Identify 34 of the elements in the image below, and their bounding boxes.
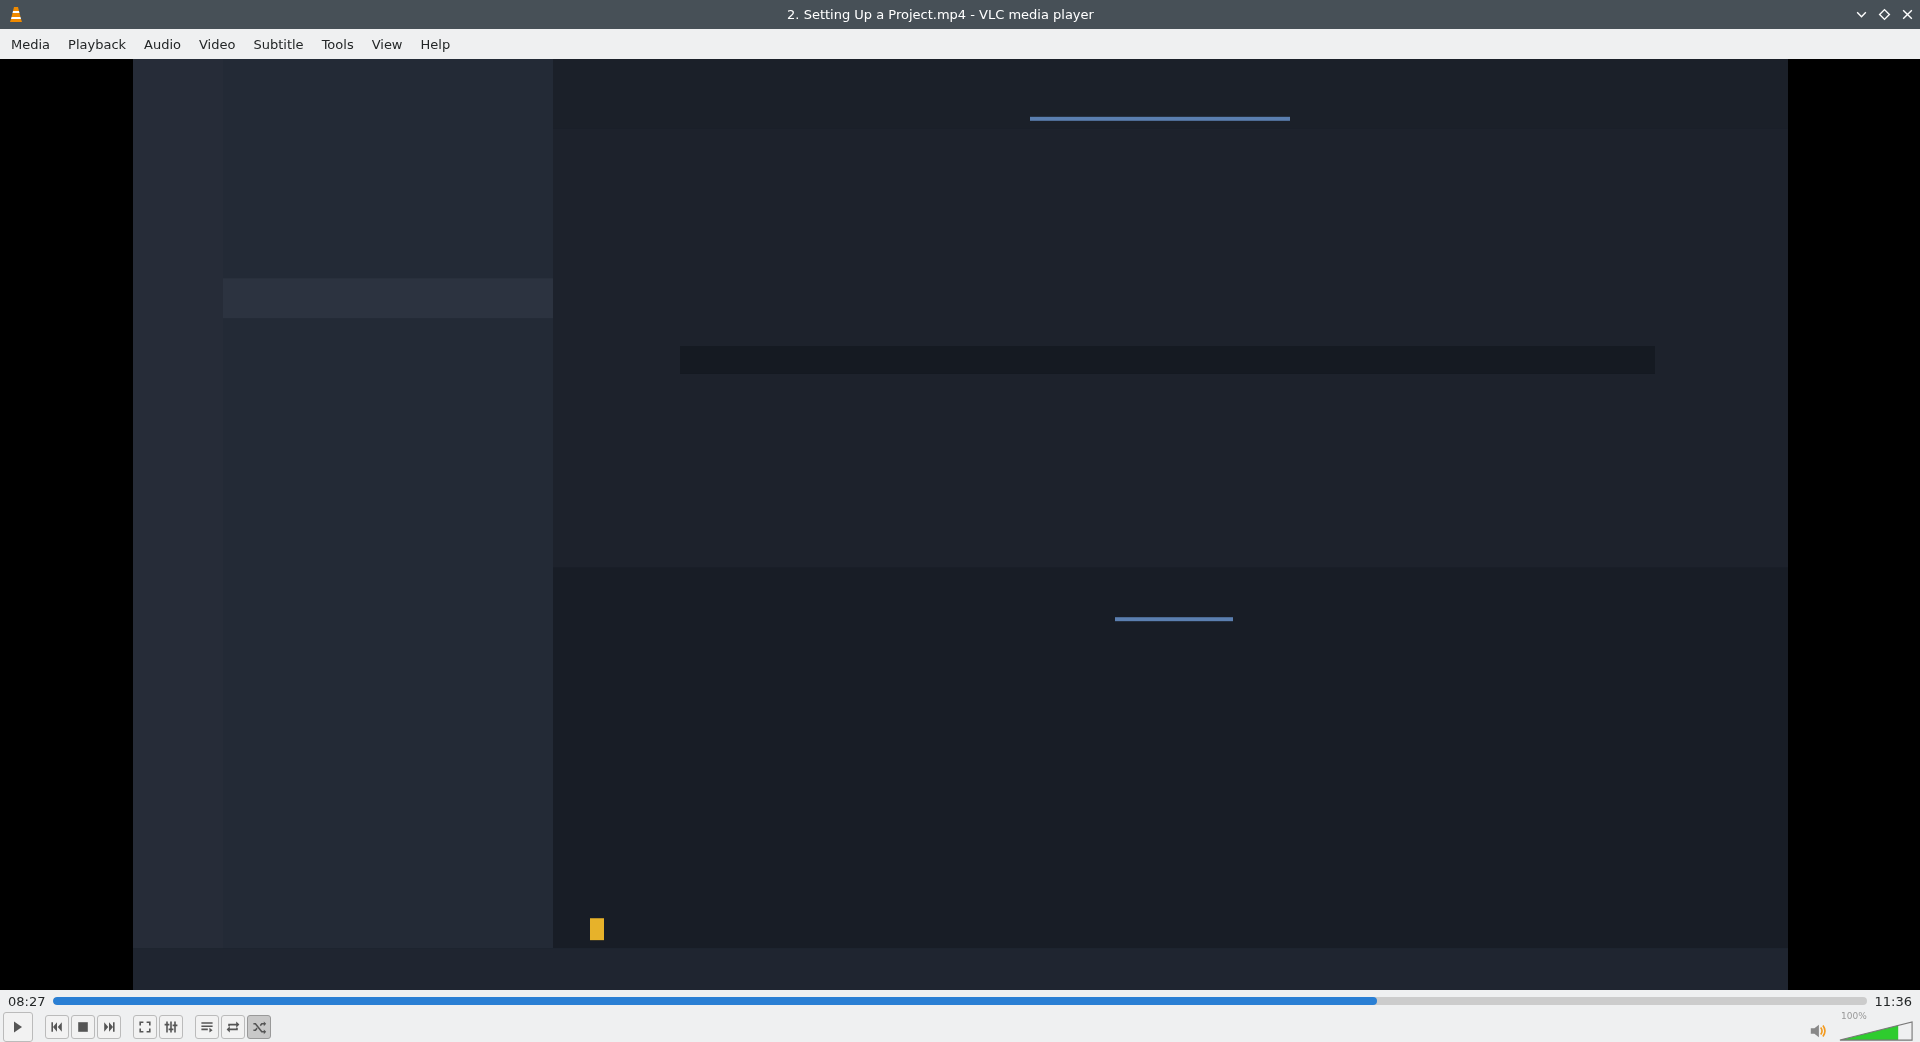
elapsed-time: 08:27 bbox=[8, 993, 46, 1009]
skip-forward-icon bbox=[101, 1019, 117, 1035]
menu-item[interactable]: Help bbox=[411, 36, 460, 52]
menu-item[interactable]: Video bbox=[190, 36, 245, 52]
shuffle-icon bbox=[251, 1019, 267, 1035]
playlist-icon bbox=[199, 1019, 215, 1035]
skip-back-icon bbox=[49, 1019, 65, 1035]
menu-item[interactable]: Media bbox=[2, 36, 60, 52]
stop-button[interactable] bbox=[71, 1015, 95, 1039]
menu-item[interactable]: Playback bbox=[59, 36, 136, 52]
extended-settings-button[interactable] bbox=[159, 1015, 183, 1039]
volume-reading: 100% bbox=[1841, 1011, 1867, 1021]
playlist-button[interactable] bbox=[195, 1015, 219, 1039]
sliders-icon bbox=[163, 1019, 179, 1035]
window-title: 2. Setting Up a Project.mp4 - VLC media player bbox=[786, 7, 1095, 22]
maximize-icon[interactable] bbox=[1878, 8, 1891, 21]
volume-slider[interactable] bbox=[1839, 1021, 1913, 1041]
seek-bar[interactable] bbox=[53, 997, 1867, 1005]
fullscreen-button[interactable] bbox=[133, 1015, 157, 1039]
menu-item[interactable]: Audio bbox=[135, 36, 190, 52]
loop-icon bbox=[225, 1019, 241, 1035]
close-icon[interactable] bbox=[1901, 8, 1914, 21]
shuffle-button[interactable] bbox=[247, 1015, 271, 1039]
menu-item[interactable]: Tools bbox=[312, 36, 363, 52]
speaker-icon[interactable] bbox=[1809, 1022, 1827, 1040]
total-time: 11:36 bbox=[1874, 993, 1912, 1009]
stop-icon bbox=[75, 1019, 91, 1035]
next-button[interactable] bbox=[97, 1015, 121, 1039]
previous-button[interactable] bbox=[45, 1015, 69, 1039]
play-button[interactable] bbox=[3, 1012, 33, 1042]
loop-button[interactable] bbox=[221, 1015, 245, 1039]
fullscreen-icon bbox=[137, 1019, 153, 1035]
menu-item[interactable]: Subtitle bbox=[244, 36, 313, 52]
menu-item[interactable]: View bbox=[362, 36, 412, 52]
